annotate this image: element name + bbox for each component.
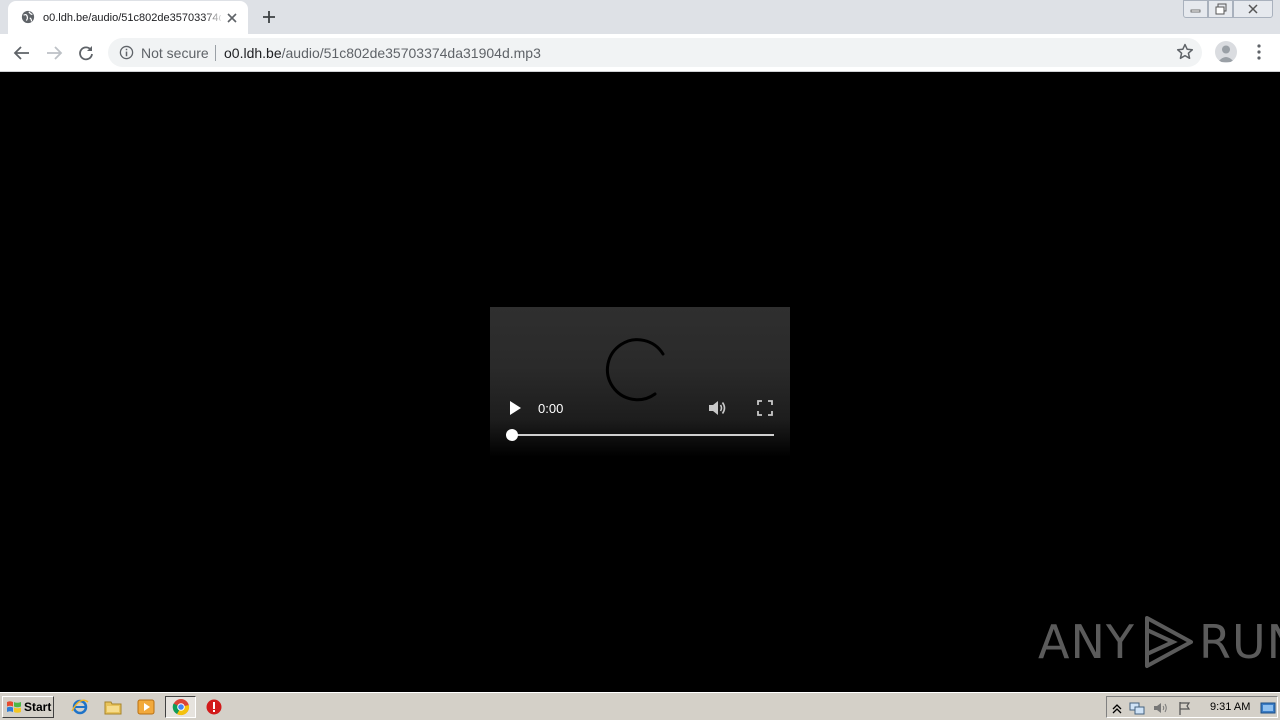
clock[interactable]: 9:31 AM xyxy=(1210,701,1250,714)
progress-thumb[interactable] xyxy=(506,429,518,441)
url-host: o0.ldh.be xyxy=(224,45,282,61)
play-icon[interactable] xyxy=(506,399,524,417)
avatar-icon[interactable] xyxy=(1215,41,1237,63)
media-player-icon[interactable] xyxy=(137,698,155,716)
page-viewport: 0:00 ANY RUN xyxy=(0,72,1280,692)
tab-close-icon[interactable] xyxy=(224,10,240,26)
minimize-icon xyxy=(1190,9,1200,13)
close-button[interactable] xyxy=(1233,0,1273,18)
system-tray: 9:31 AM xyxy=(1106,696,1278,718)
forward-button[interactable] xyxy=(43,42,65,64)
loading-spinner-icon xyxy=(605,338,665,402)
current-time: 0:00 xyxy=(538,401,564,416)
watermark-left-text: ANY xyxy=(1038,615,1135,669)
volume-icon[interactable] xyxy=(707,398,727,418)
anyrun-watermark: ANY RUN xyxy=(1038,610,1280,674)
url-text[interactable]: o0.ldh.be/audio/51c802de35703374da31904d… xyxy=(224,45,541,61)
tab-strip: o0.ldh.be/audio/51c802de35703374da31904d… xyxy=(0,0,1280,34)
watermark-right-text: RUN xyxy=(1198,615,1280,669)
media-player[interactable]: 0:00 xyxy=(490,307,790,457)
restore-button[interactable] xyxy=(1208,0,1233,18)
chrome-taskbar-button[interactable] xyxy=(165,696,196,718)
progress-track[interactable] xyxy=(512,434,774,436)
address-bar[interactable]: Not secure o0.ldh.be/audio/51c802de35703… xyxy=(108,38,1202,67)
chrome-icon xyxy=(172,699,190,716)
address-separator xyxy=(215,45,216,61)
tray-volume-icon[interactable] xyxy=(1152,700,1168,716)
restore-icon xyxy=(1215,3,1226,15)
avatar-silhouette xyxy=(1218,45,1234,62)
kebab-menu-icon[interactable] xyxy=(1250,42,1268,62)
flag-icon[interactable] xyxy=(1177,700,1193,716)
windows-flag-icon xyxy=(7,701,21,713)
arrow-left-icon xyxy=(13,46,29,60)
back-button[interactable] xyxy=(11,42,33,64)
security-label[interactable]: Not secure xyxy=(141,45,209,61)
close-icon xyxy=(1248,4,1258,14)
explorer-folder-icon[interactable] xyxy=(104,698,122,716)
url-path: /audio/51c802de35703374da31904d.mp3 xyxy=(281,45,541,61)
arrow-right-icon xyxy=(47,46,63,60)
anyrun-logo-icon xyxy=(1144,616,1193,668)
star-icon[interactable] xyxy=(1176,43,1194,61)
network-icon[interactable] xyxy=(1129,700,1145,716)
browser-tab[interactable]: o0.ldh.be/audio/51c802de35703374da31904d… xyxy=(8,1,248,34)
reload-button[interactable] xyxy=(75,42,97,64)
tab-title-fade xyxy=(204,7,224,27)
minimize-button[interactable] xyxy=(1183,0,1208,18)
fullscreen-icon[interactable] xyxy=(756,399,774,417)
plus-icon[interactable] xyxy=(260,8,278,26)
show-hidden-icon[interactable] xyxy=(1109,700,1125,716)
info-icon[interactable] xyxy=(119,45,134,60)
browser-toolbar: Not secure o0.ldh.be/audio/51c802de35703… xyxy=(0,34,1280,72)
show-desktop-icon[interactable] xyxy=(1260,700,1276,716)
reload-icon xyxy=(79,46,93,61)
start-button[interactable]: Start xyxy=(2,696,54,718)
globe-icon xyxy=(21,10,35,24)
internet-explorer-icon[interactable] xyxy=(71,698,89,716)
tab-title: o0.ldh.be/audio/51c802de35703374da31904d… xyxy=(43,12,221,24)
stop-icon[interactable] xyxy=(205,698,223,716)
taskbar: Start 9:31 AM xyxy=(0,692,1280,720)
start-label: Start xyxy=(24,700,52,714)
